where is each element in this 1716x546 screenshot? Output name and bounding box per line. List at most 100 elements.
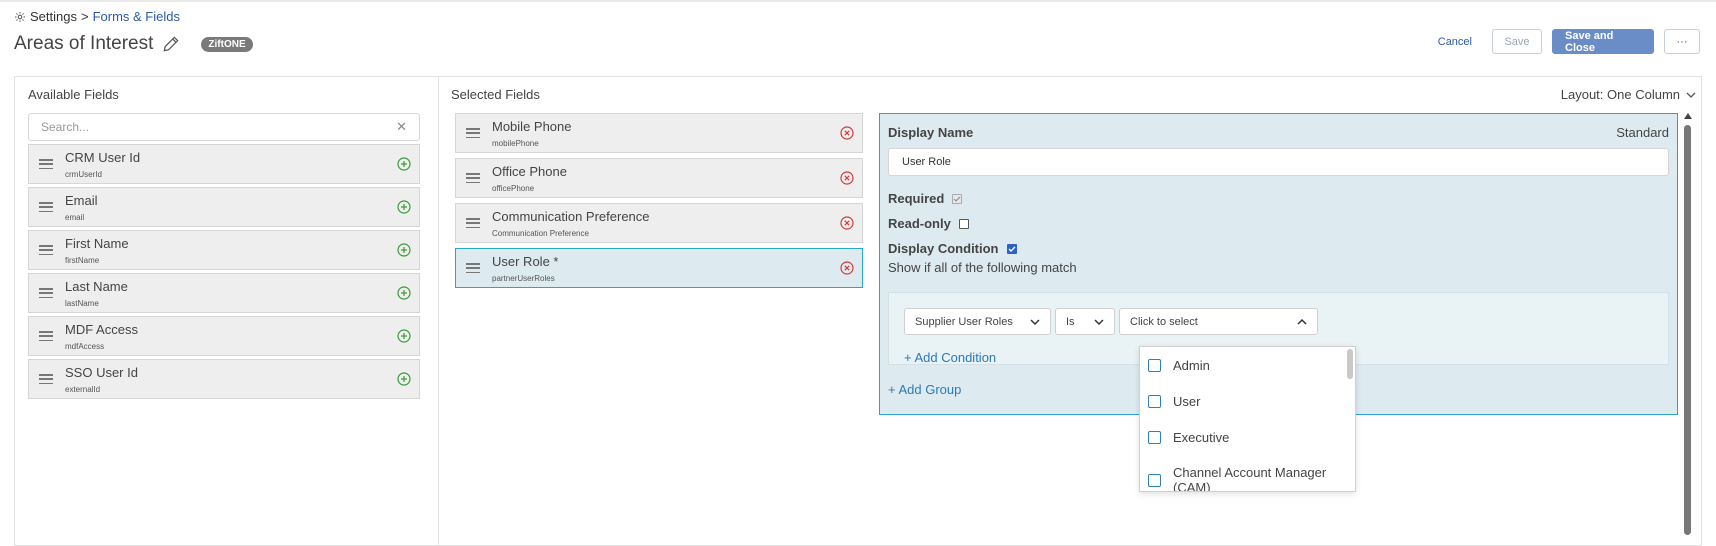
field-key: officePhone (492, 183, 535, 193)
panel-scrollbar[interactable] (1682, 113, 1694, 535)
add-circle-icon[interactable] (397, 329, 411, 343)
remove-circle-icon[interactable] (840, 126, 854, 140)
available-field-item[interactable]: First Name firstName (28, 230, 420, 270)
save-button[interactable]: Save (1492, 29, 1542, 54)
add-circle-icon[interactable] (397, 372, 411, 386)
remove-circle-icon[interactable] (840, 216, 854, 230)
required-label: Required (888, 191, 945, 206)
dropdown-option[interactable]: Admin (1148, 358, 1210, 373)
dropdown-scrollbar[interactable] (1347, 349, 1353, 379)
clear-search-icon[interactable]: ✕ (396, 119, 407, 135)
field-type-label: Standard (1616, 125, 1669, 140)
header-actions: Cancel Save Save and Close ··· (1428, 29, 1700, 54)
readonly-checkbox[interactable] (958, 218, 969, 229)
drag-handle-icon[interactable] (39, 331, 53, 341)
selected-field-item[interactable]: User Role * partnerUserRoles (455, 248, 863, 288)
field-name: Email (65, 192, 98, 208)
field-key: partnerUserRoles (492, 273, 555, 283)
display-condition-label: Display Condition (888, 241, 999, 256)
drag-handle-icon[interactable] (39, 245, 53, 255)
chevron-down-icon (1030, 318, 1040, 325)
option-label: Executive (1173, 430, 1230, 445)
chevron-up-icon (1297, 318, 1307, 325)
field-name: First Name (65, 235, 129, 251)
drag-handle-icon[interactable] (466, 128, 480, 138)
drag-handle-icon[interactable] (466, 218, 480, 228)
condition-value-select[interactable]: Click to select (1119, 308, 1318, 335)
breadcrumb-forms-fields[interactable]: Forms & Fields (93, 9, 180, 24)
add-circle-icon[interactable] (397, 157, 411, 171)
scroll-up-arrow[interactable] (1684, 113, 1692, 119)
available-field-item[interactable]: MDF Access mdfAccess (28, 316, 420, 356)
field-name: CRM User Id (65, 149, 141, 165)
field-text: SSO User Id externalId (65, 365, 397, 394)
brand-badge: ZiftONE (201, 36, 253, 52)
selected-field-item[interactable]: Office Phone officePhone (455, 158, 863, 198)
field-name: MDF Access (65, 321, 138, 337)
search-input[interactable] (41, 120, 397, 134)
breadcrumb: Settings > Forms & Fields (14, 9, 180, 24)
search-field: ✕ (28, 113, 420, 141)
selected-field-item[interactable]: Communication Preference Communication Pr… (455, 203, 863, 243)
option-label: User (1173, 394, 1201, 409)
drag-handle-icon[interactable] (39, 159, 53, 169)
option-checkbox[interactable] (1148, 359, 1161, 372)
add-circle-icon[interactable] (397, 200, 411, 214)
layout-selector[interactable]: Layout: One Column (1561, 87, 1696, 102)
field-text: Last Name lastName (65, 279, 397, 308)
drag-handle-icon[interactable] (466, 173, 480, 183)
field-text: Communication Preference Communication Pr… (492, 209, 840, 238)
condition-operator-select[interactable]: Is (1055, 308, 1115, 335)
option-checkbox[interactable] (1148, 474, 1161, 487)
available-field-item[interactable]: Last Name lastName (28, 273, 420, 313)
drag-handle-icon[interactable] (39, 288, 53, 298)
field-text: User Role * partnerUserRoles (492, 254, 840, 283)
available-field-item[interactable]: CRM User Id crmUserId (28, 144, 420, 184)
display-condition-checkbox[interactable] (1006, 243, 1017, 254)
more-options-button[interactable]: ··· (1664, 29, 1700, 54)
option-label: Channel Account Manager (CAM) (1173, 465, 1327, 492)
available-field-item[interactable]: Email email (28, 187, 420, 227)
required-checkbox[interactable] (952, 193, 963, 204)
selected-field-item[interactable]: Mobile Phone mobilePhone (455, 113, 863, 153)
display-name-input[interactable]: User Role (888, 148, 1669, 176)
dropdown-option[interactable]: Executive (1148, 430, 1229, 445)
field-text: Mobile Phone mobilePhone (492, 119, 840, 148)
option-checkbox[interactable] (1148, 431, 1161, 444)
display-condition-row: Display Condition (888, 241, 1017, 256)
dropdown-option[interactable]: User (1148, 394, 1200, 409)
display-name-label: Display Name (888, 125, 974, 140)
field-key: firstName (65, 255, 100, 265)
edit-pencil-icon[interactable] (161, 34, 181, 54)
dropdown-option[interactable]: Channel Account Manager (CAM) (1148, 465, 1338, 492)
option-checkbox[interactable] (1148, 395, 1161, 408)
field-name: User Role * (492, 253, 559, 269)
breadcrumb-settings[interactable]: Settings (30, 9, 77, 24)
breadcrumb-separator: > (80, 9, 89, 24)
required-row: Required (888, 191, 963, 206)
save-and-close-button[interactable]: Save and Close (1552, 29, 1654, 54)
available-field-item[interactable]: SSO User Id externalId (28, 359, 420, 399)
add-condition-link[interactable]: + Add Condition (904, 350, 996, 365)
field-name: Last Name (65, 278, 128, 294)
condition-field-select[interactable]: Supplier User Roles (904, 308, 1051, 335)
condition-operator-value: Is (1066, 315, 1075, 328)
add-circle-icon[interactable] (397, 243, 411, 257)
condition-value-placeholder: Click to select (1130, 315, 1198, 328)
drag-handle-icon[interactable] (39, 374, 53, 384)
field-text: Email email (65, 193, 397, 222)
column-divider (438, 76, 439, 546)
cancel-button[interactable]: Cancel (1428, 36, 1482, 48)
drag-handle-icon[interactable] (466, 263, 480, 273)
readonly-label: Read-only (888, 216, 951, 231)
add-circle-icon[interactable] (397, 286, 411, 300)
chevron-down-icon (1686, 92, 1696, 98)
scrollbar-thumb[interactable] (1684, 125, 1691, 535)
field-text: MDF Access mdfAccess (65, 322, 397, 351)
field-text: CRM User Id crmUserId (65, 150, 397, 179)
add-group-link[interactable]: + Add Group (888, 382, 961, 397)
drag-handle-icon[interactable] (39, 202, 53, 212)
remove-circle-icon[interactable] (840, 171, 854, 185)
remove-circle-icon[interactable] (840, 261, 854, 275)
field-key: lastName (65, 298, 99, 308)
